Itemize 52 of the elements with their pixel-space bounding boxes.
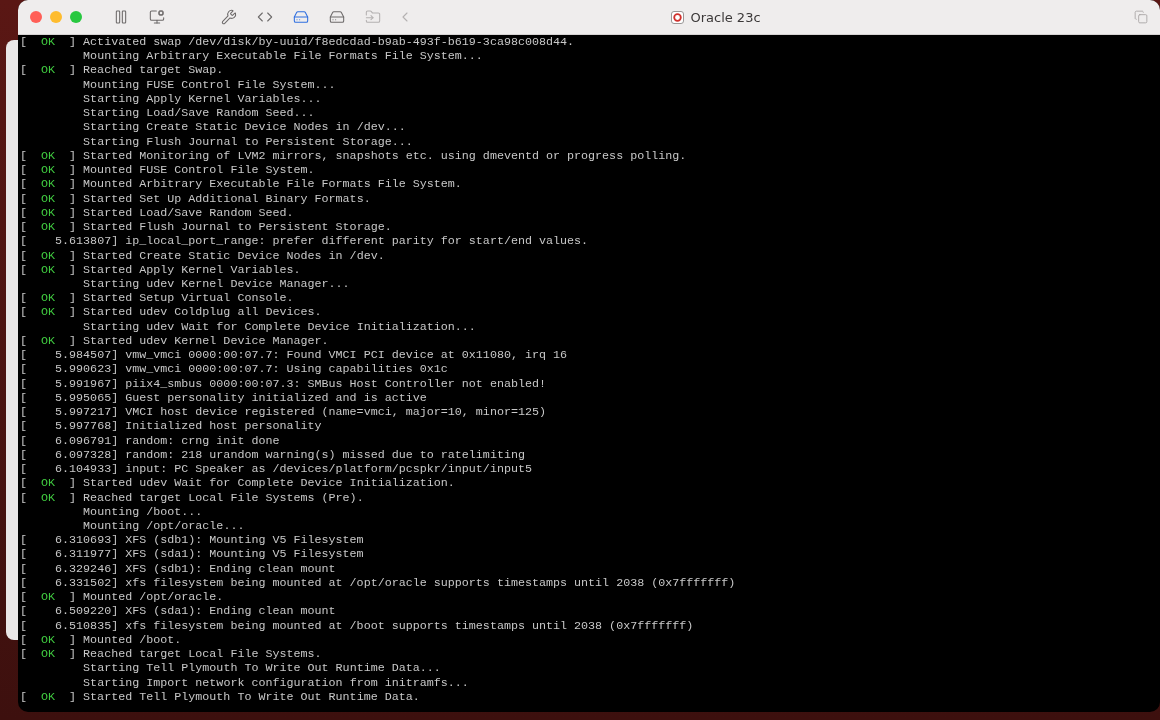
- console-line: [ 5.997217] VMCI host device registered (name=vmci, major=10, minor=125): [20, 405, 546, 420]
- console-line: [ 5.991967] piix4_smbus 0000:00:07.3: SMBus Host Controller not enabled!: [20, 376, 546, 391]
- console-line: [ OK ] Mounted /opt/oracle.: [20, 590, 224, 605]
- console-line: [ OK ] Started udev Coldplug all Devices.: [20, 305, 322, 320]
- console-line: Mounting /boot...: [82, 504, 203, 519]
- console-line: [ OK ] Started Create Static Device Nodes in /dev.: [20, 248, 385, 263]
- console-line: [ OK ] Started Set Up Additional Binary Formats.: [20, 191, 371, 206]
- window-title: Oracle 23c: [690, 9, 761, 25]
- console-line: [ 5.984507] vmw_vmci 0000:00:07.7: Found VMCI PCI device at 0x11080, irq 16: [20, 348, 568, 363]
- console-line: Starting Tell Plymouth To Write Out Runtime Data...: [82, 661, 441, 676]
- console-line: [ OK ] Mounted Arbitrary Executable File Formats File System.: [20, 177, 462, 192]
- console-line: Starting Load/Save Random Seed...: [82, 106, 315, 121]
- console-line: [ OK ] Started Monitoring of LVM2 mirrors, snapshots etc. using dmeventd or progress polling.: [20, 148, 687, 164]
- console-line: [ OK ] Activated swap /dev/disk/by-uuid/f8edcdad-b9ab-493f-b619-3ca98c008d44.: [20, 35, 575, 50]
- console-line: [ 6.097328] random: 218 urandom warning(s) missed due to ratelimiting: [20, 447, 525, 463]
- console-line: [ 6.331502] xfs filesystem being mounted at /opt/oracle supports timestamps until 2038 (0x7fffffff): [20, 575, 736, 591]
- console-line: Starting udev Kernel Device Manager...: [82, 277, 350, 292]
- console-line: Starting udev Wait for Complete Device Initialization...: [82, 319, 476, 334]
- console-line: [ 6.509220] XFS (sda1): Ending clean mount: [20, 604, 336, 619]
- console-line: [ 5.613807] ip_local_port_range: prefer different parity for start/end values.: [20, 234, 589, 249]
- console-line: [ 6.311977] XFS (sda1): Mounting V5 Filesystem: [20, 547, 364, 562]
- console-line: [ OK ] Mounted FUSE Control File System.: [20, 163, 315, 178]
- console-line: Starting Flush Journal to Persistent Storage...: [82, 134, 413, 149]
- console-line: [ 6.329246] XFS (sdb1): Ending clean mount: [20, 561, 336, 576]
- console-line: [ OK ] Started Flush Journal to Persistent Storage.: [20, 220, 392, 235]
- zoom-button[interactable]: [70, 11, 82, 23]
- console-line: [ 6.104933] input: PC Speaker as /devices/platform/pcspkr/input/input5: [20, 462, 532, 477]
- console-line: Mounting /opt/oracle...: [82, 518, 245, 534]
- console-line: Mounting FUSE Control File System...: [82, 77, 336, 92]
- console-line: Starting Import network configuration from initramfs...: [82, 675, 469, 690]
- console-line: [ OK ] Reached target Local File Systems (Pre).: [20, 490, 364, 505]
- console-line: [ OK ] Mounted /boot.: [20, 632, 182, 648]
- console-line: [ 5.995065] Guest personality initialized and is active: [20, 390, 427, 406]
- close-button[interactable]: [30, 11, 42, 23]
- console-line: [ 6.096791] random: crng init done: [20, 433, 280, 448]
- app-icon: [671, 10, 685, 24]
- windows-icon[interactable]: [1134, 10, 1148, 24]
- console-line: [ OK ] Started udev Kernel Device Manager.: [20, 333, 329, 349]
- console-line: [ OK ] Started Apply Kernel Variables.: [20, 262, 301, 277]
- console-line: [ OK ] Started Tell Plymouth To Write Out Runtime Data.: [20, 689, 420, 704]
- console-line: [ OK ] Reached target Local File Systems.: [20, 647, 322, 662]
- console-line: [ 6.310693] XFS (sdb1): Mounting V5 Filesystem: [20, 533, 364, 548]
- console-line: Starting Create Static Device Nodes in /dev...: [82, 120, 406, 135]
- console-line: [ OK ] Started udev Wait for Complete Device Initialization.: [20, 476, 455, 491]
- console-line: Mounting Arbitrary Executable File Formats File System...: [82, 49, 483, 64]
- console-line: [ OK ] Started Load/Save Random Seed.: [20, 205, 294, 221]
- console-line: [ 5.997768] Initialized host personality: [20, 419, 322, 434]
- console-line: [ OK ] Started Setup Virtual Console.: [20, 291, 294, 306]
- console-line: Starting Apply Kernel Variables...: [82, 91, 322, 107]
- console-line: [ 6.510835] xfs filesystem being mounted at /boot supports timestamps until 2038 (0x7fffffff): [20, 618, 694, 633]
- console-line: [ OK ] Reached target Swap.: [20, 63, 224, 78]
- console-line: [ 5.990623] vmw_vmci 0000:00:07.7: Using capabilities 0x1c: [20, 362, 448, 377]
